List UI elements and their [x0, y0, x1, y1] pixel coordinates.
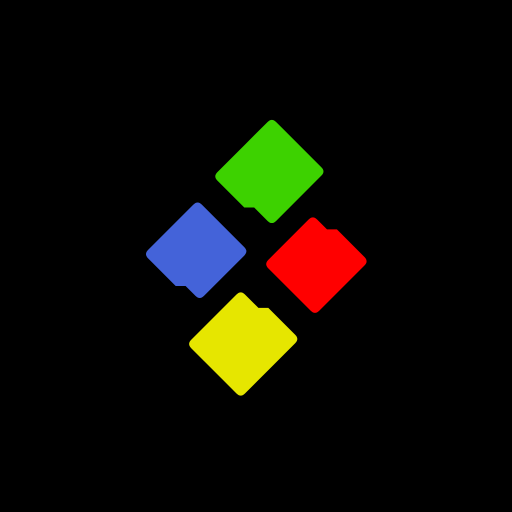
four-color-folder-diamond-icon [145, 119, 367, 396]
app-canvas [0, 0, 512, 512]
blue-folder-tile [145, 202, 247, 299]
green-folder-tile [215, 119, 324, 224]
yellow-folder-tile [189, 292, 298, 396]
red-folder-tile [266, 217, 367, 313]
